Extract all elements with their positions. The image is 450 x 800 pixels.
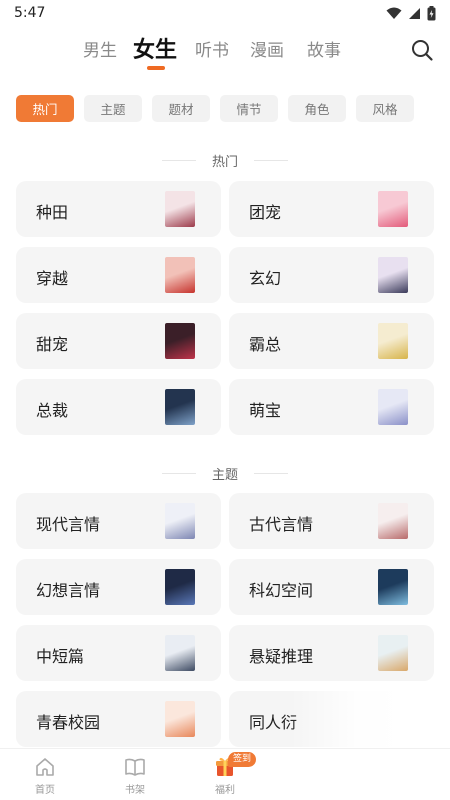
category-card[interactable]: 种田 [16, 181, 221, 237]
category-card[interactable]: 幻想言情 [16, 559, 221, 615]
category-card[interactable]: 古代言情 [229, 493, 434, 549]
chip-theme[interactable]: 主题 [84, 95, 142, 122]
book-cover-thumbnail [165, 323, 195, 359]
tab-comics[interactable]: 漫画 [250, 36, 284, 61]
category-card[interactable]: 现代言情 [16, 493, 221, 549]
category-card[interactable]: 悬疑推理 [229, 625, 434, 681]
home-icon [36, 758, 54, 776]
category-card[interactable]: 萌宝 [229, 379, 434, 435]
book-cover-thumbnail [378, 503, 408, 539]
chip-role[interactable]: 角色 [288, 95, 346, 122]
book-cover-thumbnail [165, 635, 195, 671]
tab-male[interactable]: 男生 [83, 36, 117, 61]
section-title-hot: 热门 [0, 150, 450, 170]
checkin-badge[interactable]: 签到 [228, 752, 257, 767]
category-label: 霸总 [249, 335, 282, 354]
book-cover-thumbnail [165, 389, 195, 425]
category-card[interactable]: 霸总 [229, 313, 434, 369]
category-label: 中短篇 [36, 647, 85, 666]
divider [161, 159, 196, 161]
book-icon [125, 758, 145, 776]
status-icons [386, 5, 436, 21]
category-label: 甜宠 [36, 335, 69, 354]
category-label: 玄幻 [249, 269, 282, 288]
category-card[interactable]: 甜宠 [16, 313, 221, 369]
category-label: 种田 [36, 203, 69, 222]
nav-home-label: 首页 [35, 785, 55, 796]
top-nav: 男生 女生 听书 漫画 故事 [0, 30, 450, 70]
nav-welfare-label: 福利 [215, 785, 235, 796]
book-cover-thumbnail [165, 569, 195, 605]
nav-bookshelf[interactable]: 书架 [105, 755, 165, 796]
status-bar: 5:47 [0, 0, 450, 26]
book-cover-thumbnail [378, 257, 408, 293]
bottom-nav: 首页 书架 福利 [0, 748, 450, 800]
category-card[interactable]: 玄幻 [229, 247, 434, 303]
divider [254, 159, 288, 161]
book-cover-thumbnail [165, 701, 195, 737]
category-label: 科幻空间 [249, 581, 314, 600]
tab-stories[interactable]: 故事 [307, 36, 341, 61]
status-time: 5:47 [14, 5, 46, 21]
tab-audiobook[interactable]: 听书 [195, 36, 229, 61]
category-label: 萌宝 [249, 401, 282, 420]
category-label: 团宠 [249, 203, 282, 222]
book-cover-thumbnail [378, 389, 408, 425]
section-title-text: 主题 [211, 467, 238, 483]
category-card[interactable]: 科幻空间 [229, 559, 434, 615]
book-cover-thumbnail [165, 503, 195, 539]
book-cover-thumbnail [378, 569, 408, 605]
divider [254, 472, 288, 474]
chip-style[interactable]: 风格 [356, 95, 414, 122]
book-cover-thumbnail [165, 257, 195, 293]
category-card[interactable]: 青春校园 [16, 691, 221, 747]
chip-genre[interactable]: 题材 [152, 95, 210, 122]
divider [161, 472, 196, 474]
category-label: 悬疑推理 [249, 647, 314, 666]
section-title-text: 热门 [211, 154, 238, 170]
category-card[interactable]: 总裁 [16, 379, 221, 435]
category-label: 古代言情 [249, 515, 314, 534]
wifi-icon [386, 7, 402, 19]
search-icon[interactable] [410, 38, 434, 62]
signal-icon [409, 7, 420, 19]
tab-female[interactable]: 女生 [133, 32, 177, 64]
category-label: 穿越 [36, 269, 69, 288]
book-cover-thumbnail [165, 191, 195, 227]
category-card[interactable]: 团宠 [229, 181, 434, 237]
category-label: 幻想言情 [36, 581, 101, 600]
chip-hot[interactable]: 热门 [16, 95, 74, 122]
active-tab-indicator [147, 66, 165, 70]
book-cover-thumbnail [378, 323, 408, 359]
category-card[interactable]: 穿越 [16, 247, 221, 303]
battery-icon [427, 5, 436, 20]
category-card[interactable]: 中短篇 [16, 625, 221, 681]
book-cover-thumbnail [378, 191, 408, 227]
category-label: 青春校园 [36, 713, 101, 732]
category-label: 现代言情 [36, 515, 101, 534]
category-label: 总裁 [36, 401, 69, 420]
nav-bookshelf-label: 书架 [125, 785, 145, 796]
chip-plot[interactable]: 情节 [220, 95, 278, 122]
scroll-fade-overlay [290, 690, 450, 748]
book-cover-thumbnail [378, 635, 408, 671]
section-title-theme: 主题 [0, 463, 450, 483]
nav-home[interactable]: 首页 [15, 755, 75, 796]
